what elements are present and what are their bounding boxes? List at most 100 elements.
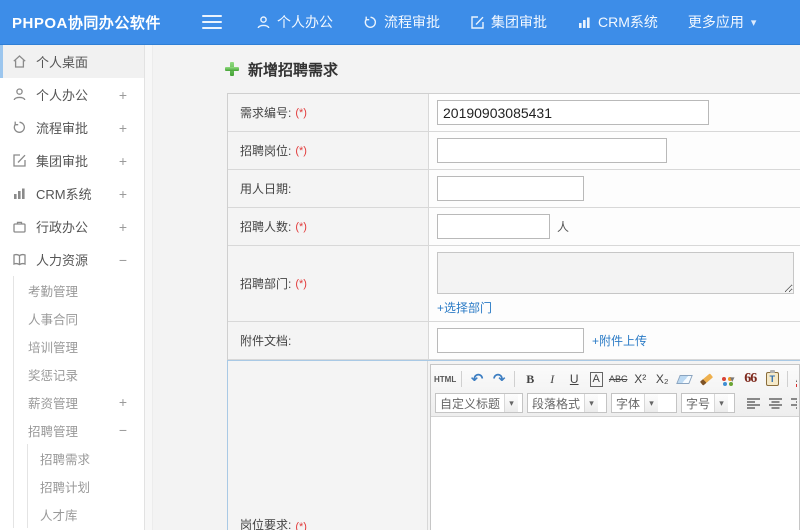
sidebar-item-training[interactable]: 培训管理	[14, 332, 144, 360]
sidebar-item-label: 人才库	[40, 508, 78, 523]
top-navigation: 个人办公 流程审批 集团审批 CRM系统 更多应用 ▾	[256, 12, 786, 32]
autotypeset-dropdown[interactable]: ▾	[718, 369, 738, 389]
chevron-down-icon: ▾	[644, 394, 659, 412]
editor-toolbar-row2: 自定义标题 ▾ 段落格式 ▾ 字体 ▾ 字号 ▾	[433, 391, 797, 415]
strikethrough-button[interactable]: ABC	[608, 369, 628, 389]
italic-button[interactable]: I	[542, 369, 562, 389]
align-right-icon[interactable]	[788, 393, 797, 413]
sidebar-item-label: CRM系统	[36, 187, 92, 202]
custom-title-dropdown[interactable]: 自定义标题 ▾	[435, 393, 523, 413]
sidebar-item-group-approval[interactable]: 集团审批 +	[0, 144, 144, 177]
sidebar-item-rewards[interactable]: 奖惩记录	[14, 360, 144, 388]
edit-icon	[470, 15, 485, 30]
expand-icon[interactable]: +	[119, 120, 127, 136]
bold-button[interactable]: B	[520, 369, 540, 389]
editor-toolbar-row1: HTML ↶ ↷ B I U A ABC X² X₂ ▾ 66 T	[433, 367, 797, 391]
sidebar-item-label: 招聘需求	[40, 452, 91, 467]
sidebar-item-admin-office[interactable]: 行政办公 +	[0, 210, 144, 243]
field-label: 用人日期:	[240, 182, 292, 196]
field-label: 招聘人数:	[240, 220, 292, 234]
sidebar-item-talent-pool[interactable]: 人才库	[28, 500, 144, 528]
undo-icon[interactable]: ↶	[467, 369, 487, 389]
subscript-button[interactable]: X₂	[652, 369, 672, 389]
sidebar-item-label: 人力资源	[36, 253, 89, 268]
align-center-icon[interactable]	[766, 393, 786, 413]
home-icon	[12, 54, 27, 69]
department-textarea[interactable]	[437, 252, 794, 294]
source-code-button[interactable]: HTML	[434, 369, 456, 389]
sidebar-item-human-resources[interactable]: 人力资源 −	[0, 243, 144, 276]
sidebar-item-label: 行政办公	[36, 220, 89, 235]
field-label: 需求编号:	[240, 106, 292, 120]
headcount-input[interactable]	[437, 214, 550, 239]
paste-text-icon[interactable]: T	[762, 369, 782, 389]
sidebar-item-salary[interactable]: 薪资管理 +	[14, 388, 144, 416]
chevron-down-icon: ▾	[714, 394, 729, 412]
sidebar-item-process-approval[interactable]: 流程审批 +	[0, 111, 144, 144]
font-border-button[interactable]: A	[586, 369, 606, 389]
expand-icon[interactable]: +	[119, 394, 127, 410]
sidebar-item-recruit-plan[interactable]: 招聘计划	[28, 472, 144, 500]
topnav-personal-office[interactable]: 个人办公	[256, 12, 333, 32]
sidebar-item-recruit-mgmt[interactable]: 招聘管理 −	[14, 416, 144, 444]
sidebar-item-crm-system[interactable]: CRM系统 +	[0, 177, 144, 210]
topnav-group-approval[interactable]: 集团审批	[470, 12, 547, 32]
autotypeset-icon	[721, 377, 726, 381]
sidebar-item-desktop[interactable]: 个人桌面	[0, 45, 144, 78]
align-left-icon[interactable]	[744, 393, 764, 413]
date-input[interactable]	[437, 176, 584, 201]
chart-icon	[577, 15, 592, 30]
expand-icon[interactable]: +	[119, 87, 127, 103]
collapse-icon[interactable]: −	[119, 422, 127, 438]
blockquote-button[interactable]: 66	[740, 369, 760, 389]
recruit-submenu: 招聘需求 招聘计划 人才库	[27, 444, 144, 528]
superscript-button[interactable]: X²	[630, 369, 650, 389]
sidebar-item-label: 奖惩记录	[28, 368, 79, 383]
edit-icon	[12, 153, 27, 168]
form-row-attachment: 附件文档: +附件上传	[228, 322, 800, 360]
field-label: 岗位要求:	[240, 518, 292, 530]
font-size-dropdown[interactable]: 字号 ▾	[681, 393, 735, 413]
attachment-upload-link[interactable]: +附件上传	[592, 332, 647, 349]
attachment-input[interactable]	[437, 328, 584, 353]
chart-icon	[12, 186, 27, 201]
topnav-more-apps[interactable]: 更多应用 ▾	[688, 12, 757, 32]
sidebar-item-label: 培训管理	[28, 340, 79, 355]
font-color-dropdown[interactable]: A▾	[793, 369, 797, 389]
process-icon	[363, 15, 378, 30]
editor-toolbar: HTML ↶ ↷ B I U A ABC X² X₂ ▾ 66 T 自定义标题 …	[431, 365, 799, 417]
font-family-dropdown[interactable]: 字体 ▾	[611, 393, 677, 413]
add-icon	[225, 62, 239, 76]
expand-icon[interactable]: +	[119, 186, 127, 202]
redo-icon[interactable]: ↷	[489, 369, 509, 389]
underline-button[interactable]: U	[564, 369, 584, 389]
hr-submenu: 考勤管理 人事合同 培训管理 奖惩记录 薪资管理 + 招聘管理 − 招聘需求 招…	[13, 276, 144, 528]
format-painter-icon[interactable]	[696, 369, 716, 389]
user-icon	[256, 15, 271, 30]
eraser-icon[interactable]	[674, 369, 694, 389]
sidebar-item-label: 薪资管理	[28, 396, 79, 411]
position-input[interactable]	[437, 138, 667, 163]
collapse-icon[interactable]: −	[119, 252, 127, 268]
choose-department-link[interactable]: +选择部门	[437, 299, 492, 316]
sidebar-item-label: 招聘管理	[28, 424, 79, 439]
expand-icon[interactable]: +	[119, 153, 127, 169]
form-row-headcount: 招聘人数: (*) 人	[228, 208, 800, 246]
required-mark: (*)	[295, 277, 307, 290]
topnav-process-approval[interactable]: 流程审批	[363, 12, 440, 32]
required-mark: (*)	[295, 521, 307, 530]
paragraph-format-dropdown[interactable]: 段落格式 ▾	[527, 393, 607, 413]
sidebar-item-recruit-demand[interactable]: 招聘需求	[28, 444, 144, 472]
form-row-position: 招聘岗位: (*)	[228, 132, 800, 170]
menu-toggle-icon[interactable]	[202, 15, 222, 29]
sidebar-item-personal-office[interactable]: 个人办公 +	[0, 78, 144, 111]
chevron-down-icon: ▾	[584, 394, 599, 412]
sidebar-item-attendance[interactable]: 考勤管理	[14, 276, 144, 304]
rich-text-editor: HTML ↶ ↷ B I U A ABC X² X₂ ▾ 66 T 自定义标题 …	[430, 364, 800, 530]
topnav-crm-system[interactable]: CRM系统	[577, 12, 658, 32]
editor-content-area[interactable]	[431, 417, 799, 530]
demand-no-input[interactable]	[437, 100, 709, 125]
sidebar-item-hr-contract[interactable]: 人事合同	[14, 304, 144, 332]
sidebar-item-label: 人事合同	[28, 312, 79, 327]
expand-icon[interactable]: +	[119, 219, 127, 235]
